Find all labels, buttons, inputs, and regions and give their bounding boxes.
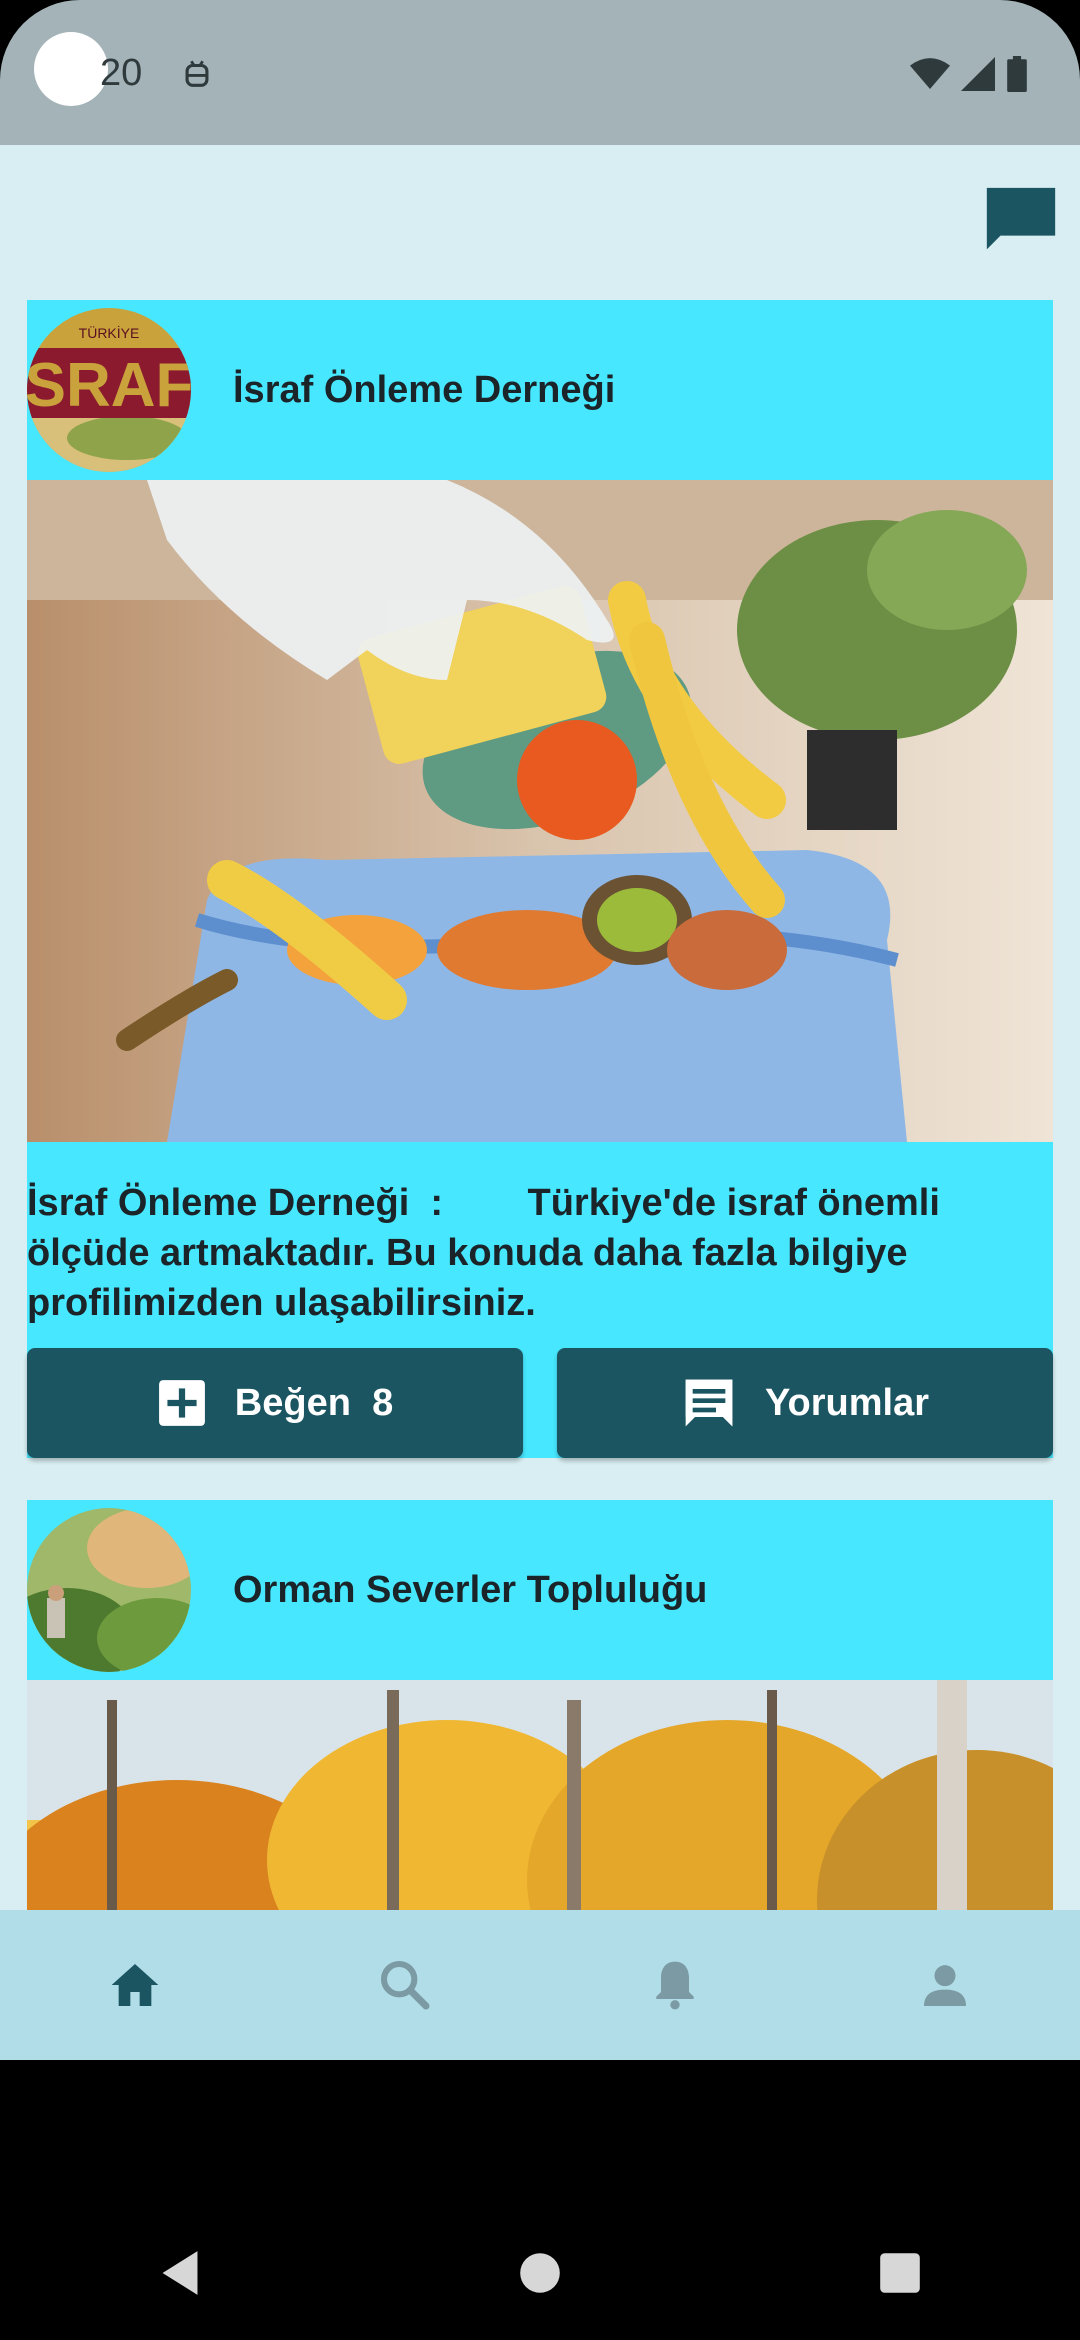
comments-label: Yorumlar <box>764 1381 929 1424</box>
bottom-nav <box>0 1910 1080 2060</box>
notification-robot-icon <box>185 60 209 87</box>
like-label: Beğen 8 <box>235 1382 393 1425</box>
forest-avatar[interactable] <box>27 1508 191 1672</box>
post-text: İsraf Önleme Derneği : Türkiye'de israf … <box>27 1182 951 1324</box>
chat-bubble-icon[interactable] <box>980 181 1062 263</box>
israf-logo-avatar[interactable]: SRAF TÜRKİYE <box>27 308 191 472</box>
app-screen: SRAF TÜRKİYE İsraf Önleme Derneği İsraf … <box>0 145 1080 2055</box>
signal-icon <box>961 57 995 91</box>
recents-icon <box>880 2252 920 2293</box>
system-back-button[interactable] <box>120 2213 240 2333</box>
home-circle-icon <box>520 2252 560 2293</box>
bell-icon <box>656 1961 694 2010</box>
search-icon <box>380 1960 430 2010</box>
svg-text:TÜRKİYE: TÜRKİYE <box>79 324 140 341</box>
status-time: 20 <box>100 52 143 94</box>
status-bar: 20 <box>0 0 1080 145</box>
status-icons <box>910 56 1028 92</box>
system-home-button[interactable] <box>480 2213 600 2333</box>
phone-frame: 20 SRAF TÜRKİYE İsraf Önleme Derneği İsr… <box>0 0 1080 2340</box>
system-recents-button[interactable] <box>840 2213 960 2333</box>
forest-avatar-icon <box>27 1508 191 1672</box>
home-icon <box>111 1964 159 2006</box>
nav-notifications[interactable] <box>615 1925 735 2045</box>
plus-box-icon <box>158 1380 205 1426</box>
post-header: Orman Severler Topluluğu <box>27 1500 1053 1680</box>
post-header: SRAF TÜRKİYE İsraf Önleme Derneği <box>27 300 1053 480</box>
food-waste-photo <box>27 480 1053 1142</box>
israf-logo-icon: SRAF TÜRKİYE <box>27 308 191 472</box>
post-author-name[interactable]: Orman Severler Topluluğu <box>233 1569 707 1612</box>
post-author-name[interactable]: İsraf Önleme Derneği <box>233 369 615 412</box>
battery-icon <box>1007 56 1027 92</box>
back-icon <box>162 2250 198 2295</box>
like-count: 8 <box>372 1381 394 1424</box>
like-text: Beğen <box>234 1381 351 1424</box>
person-icon <box>924 1965 966 2006</box>
comment-icon <box>685 1379 733 1427</box>
nav-profile[interactable] <box>885 1925 1005 2045</box>
post-card: SRAF TÜRKİYE İsraf Önleme Derneği İsraf … <box>27 300 1053 1458</box>
like-button[interactable]: Beğen 8 <box>27 1348 523 1458</box>
nav-home[interactable] <box>75 1925 195 2045</box>
nav-search[interactable] <box>345 1925 465 2045</box>
svg-text:SRAF: SRAF <box>27 351 191 420</box>
wifi-icon <box>910 58 950 89</box>
post-actions: Beğen 8 Yorumlar <box>27 1348 1053 1458</box>
post-feed: SRAF TÜRKİYE İsraf Önleme Derneği İsraf … <box>27 300 1053 2055</box>
comments-button[interactable]: Yorumlar <box>557 1348 1053 1458</box>
system-nav-bar <box>0 2205 1080 2340</box>
camera-cutout <box>34 32 108 106</box>
